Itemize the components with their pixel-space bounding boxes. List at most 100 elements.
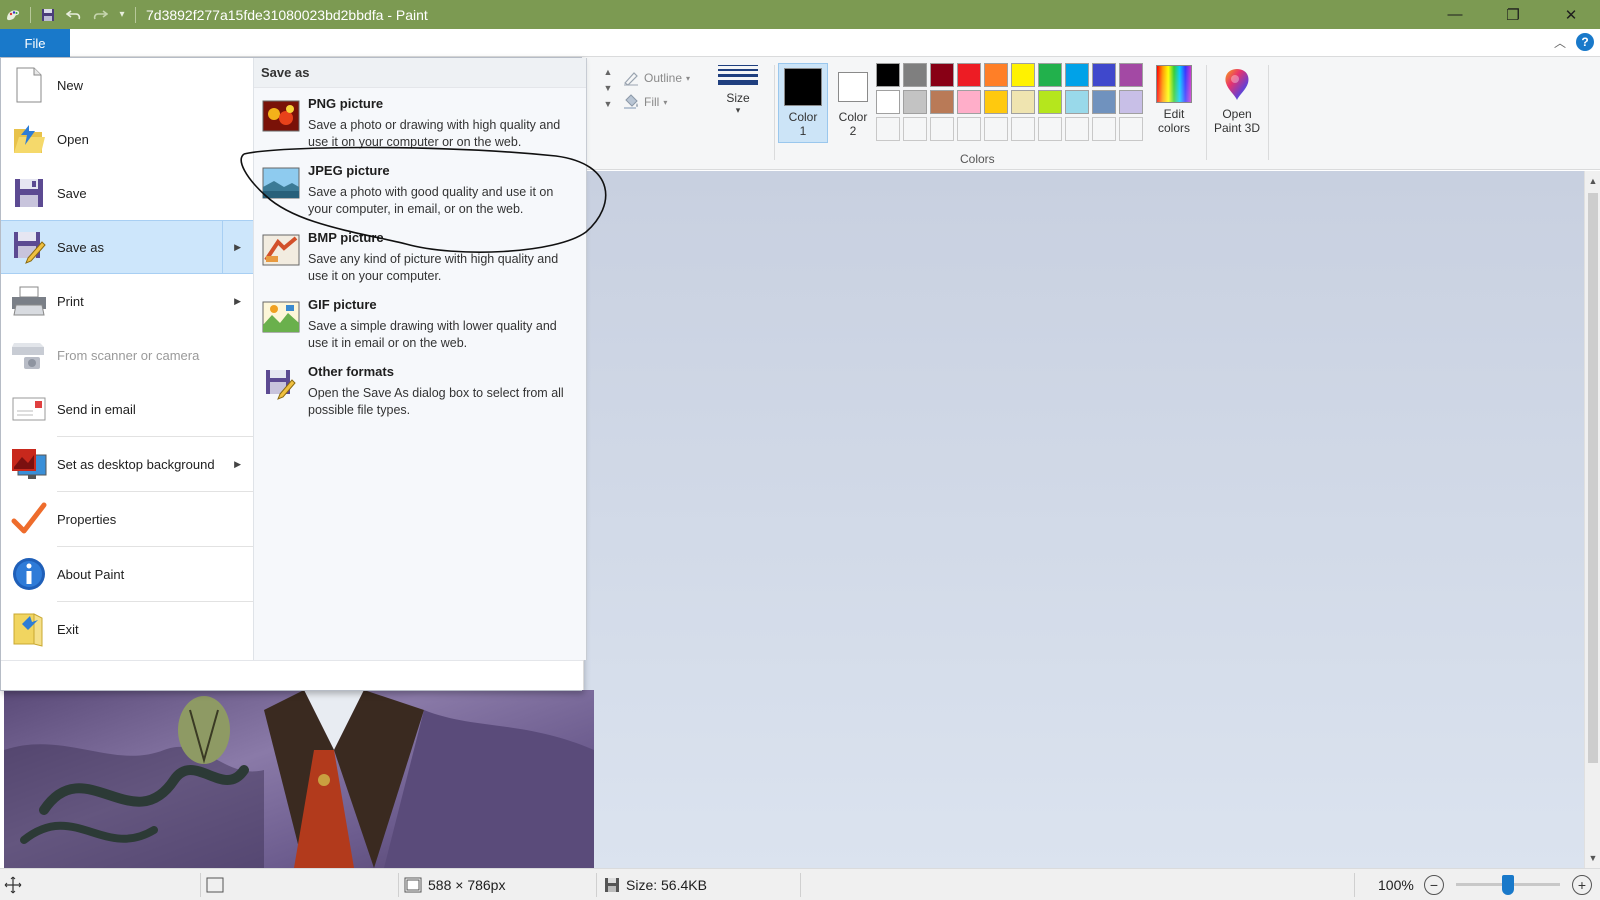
format-jpeg[interactable]: JPEG picture Save a photo with good qual… bbox=[254, 155, 586, 222]
color-1-swatch bbox=[784, 68, 822, 106]
size-button[interactable]: Size ▾ bbox=[712, 65, 764, 149]
format-png[interactable]: PNG picture Save a photo or drawing with… bbox=[254, 88, 586, 155]
palette-swatch[interactable] bbox=[984, 63, 1008, 87]
palette-swatch[interactable] bbox=[903, 63, 927, 87]
menu-item-save-as[interactable]: Save as ▶ bbox=[1, 220, 253, 274]
menu-item-properties[interactable]: Properties bbox=[1, 492, 253, 546]
zoom-slider-thumb[interactable] bbox=[1502, 875, 1514, 895]
menu-item-new[interactable]: New bbox=[1, 58, 253, 112]
palette-swatch[interactable] bbox=[1065, 90, 1089, 114]
custom-color-slot[interactable] bbox=[1065, 117, 1089, 141]
scroll-up-icon[interactable]: ▲ bbox=[604, 67, 613, 77]
color-1-button[interactable]: Color 1 bbox=[778, 63, 828, 143]
checkmark-icon bbox=[9, 499, 49, 539]
menu-item-desktop-background[interactable]: Set as desktop background ▶ bbox=[1, 437, 253, 491]
fill-button[interactable]: Fill ▾ bbox=[622, 90, 690, 114]
window-controls: — ❐ ✕ bbox=[1426, 0, 1600, 29]
custom-color-slot[interactable] bbox=[1038, 117, 1062, 141]
title-bar: ▾ 7d3892f277a15fde31080023bd2bbdfa - Pai… bbox=[0, 0, 1600, 29]
file-size: Size: 56.4KB bbox=[604, 869, 707, 900]
custom-color-slot[interactable] bbox=[1011, 117, 1035, 141]
close-button[interactable]: ✕ bbox=[1542, 0, 1600, 29]
separator bbox=[774, 65, 775, 160]
help-icon[interactable]: ? bbox=[1576, 33, 1594, 51]
canvas-image[interactable] bbox=[4, 690, 594, 868]
menu-item-exit[interactable]: Exit bbox=[1, 602, 253, 656]
custom-color-slot[interactable] bbox=[876, 117, 900, 141]
zoom-out-button[interactable]: − bbox=[1424, 875, 1444, 895]
palette-swatch[interactable] bbox=[1119, 63, 1143, 87]
save-as-submenu: Save as PNG picture Save a photo or draw… bbox=[253, 58, 587, 660]
save-as-header: Save as bbox=[254, 58, 586, 88]
image-size-icon bbox=[404, 877, 422, 893]
separator bbox=[800, 873, 801, 897]
palette-swatch[interactable] bbox=[1119, 90, 1143, 114]
palette-swatch[interactable] bbox=[957, 90, 981, 114]
color-2-button[interactable]: Color 2 bbox=[828, 63, 878, 143]
format-bmp[interactable]: BMP picture Save any kind of picture wit… bbox=[254, 222, 586, 289]
scroll-up-icon[interactable]: ▲ bbox=[1585, 173, 1600, 189]
restore-button[interactable]: ❐ bbox=[1484, 0, 1542, 29]
menu-item-about-paint[interactable]: About Paint bbox=[1, 547, 253, 601]
more-shapes-icon[interactable]: ▼ bbox=[604, 99, 613, 109]
palette-swatch[interactable] bbox=[876, 63, 900, 87]
palette-swatch[interactable] bbox=[1011, 90, 1035, 114]
scroll-down-icon[interactable]: ▼ bbox=[604, 83, 613, 93]
edit-colors-button[interactable]: Edit colors bbox=[1148, 65, 1200, 135]
palette-swatch[interactable] bbox=[903, 90, 927, 114]
menu-item-save[interactable]: Save bbox=[1, 166, 253, 220]
file-menu-commands: New Open Save Save as ▶ Print ▶ From sca… bbox=[1, 58, 253, 678]
palette-swatch[interactable] bbox=[930, 63, 954, 87]
palette-swatch[interactable] bbox=[984, 90, 1008, 114]
minimize-button[interactable]: — bbox=[1426, 0, 1484, 29]
redo-icon[interactable] bbox=[87, 0, 113, 29]
submenu-arrow-icon[interactable]: ▶ bbox=[234, 242, 241, 253]
menu-item-print[interactable]: Print ▶ bbox=[1, 274, 253, 328]
customize-toolbar-icon[interactable]: ▾ bbox=[113, 0, 131, 29]
open-paint-3d-button[interactable]: Open Paint 3D bbox=[1210, 65, 1264, 135]
custom-color-slot[interactable] bbox=[1119, 117, 1143, 141]
format-other[interactable]: Other formats Open the Save As dialog bo… bbox=[254, 356, 586, 423]
palette-swatch[interactable] bbox=[1092, 90, 1116, 114]
file-tab[interactable]: File bbox=[0, 29, 70, 57]
format-gif[interactable]: GIF picture Save a simple drawing with l… bbox=[254, 289, 586, 356]
separator bbox=[398, 873, 399, 897]
jpeg-picture-icon bbox=[262, 167, 300, 199]
palette-swatch[interactable] bbox=[957, 63, 981, 87]
scroll-down-icon[interactable]: ▼ bbox=[1585, 850, 1600, 866]
canvas-workspace[interactable] bbox=[584, 171, 1584, 868]
palette-swatch[interactable] bbox=[1092, 63, 1116, 87]
separator bbox=[1206, 65, 1207, 160]
menu-item-open[interactable]: Open bbox=[1, 112, 253, 166]
palette-swatch[interactable] bbox=[876, 90, 900, 114]
palette-swatch[interactable] bbox=[1065, 63, 1089, 87]
outline-button[interactable]: Outline ▾ bbox=[622, 66, 690, 90]
palette-swatch[interactable] bbox=[1011, 63, 1035, 87]
custom-color-slot[interactable] bbox=[1092, 117, 1116, 141]
undo-icon[interactable] bbox=[61, 0, 87, 29]
palette-swatch[interactable] bbox=[930, 90, 954, 114]
custom-color-slot[interactable] bbox=[957, 117, 981, 141]
custom-color-slot[interactable] bbox=[930, 117, 954, 141]
palette-swatch[interactable] bbox=[1038, 90, 1062, 114]
info-icon bbox=[9, 554, 49, 594]
custom-color-slot[interactable] bbox=[903, 117, 927, 141]
menu-footer bbox=[1, 660, 583, 690]
custom-color-slot[interactable] bbox=[984, 117, 1008, 141]
shapes-scroll: ▲ ▼ ▼ bbox=[600, 67, 616, 147]
size-lines-icon bbox=[718, 65, 758, 85]
file-menu: New Open Save Save as ▶ Print ▶ From sca… bbox=[0, 57, 587, 691]
email-icon bbox=[9, 389, 49, 429]
scroll-thumb[interactable] bbox=[1588, 193, 1598, 763]
menu-item-send-email[interactable]: Send in email bbox=[1, 382, 253, 436]
outline-icon bbox=[622, 70, 640, 86]
zoom-in-button[interactable]: + bbox=[1572, 875, 1592, 895]
vertical-scrollbar[interactable]: ▲ ▼ bbox=[1584, 171, 1600, 868]
palette-swatch[interactable] bbox=[1038, 63, 1062, 87]
separator bbox=[596, 873, 597, 897]
collapse-ribbon-icon[interactable]: ︿ bbox=[1554, 34, 1566, 51]
separator bbox=[30, 6, 31, 23]
disk-icon bbox=[605, 878, 619, 892]
save-icon[interactable] bbox=[35, 0, 61, 29]
paint-app-icon[interactable] bbox=[0, 0, 26, 29]
